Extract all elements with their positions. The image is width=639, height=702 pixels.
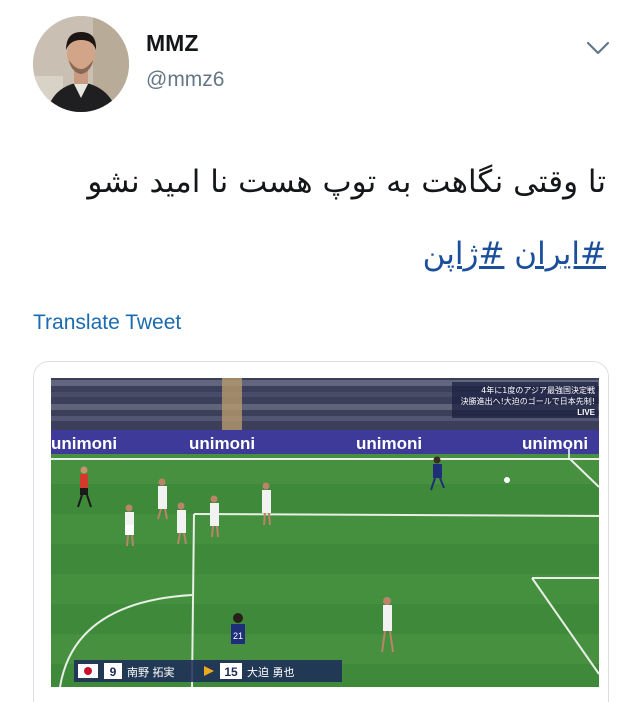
translate-tweet-link[interactable]: Translate Tweet (33, 311, 181, 335)
ad-board (51, 430, 599, 454)
media-card[interactable]: 4年に1度のアジア最強国決定戦 決勝進出へ!大迫のゴールで日本先制! LIVE … (33, 361, 609, 702)
ad-text-1: unimoni (51, 434, 117, 453)
author-handle[interactable]: @mmz6 (146, 68, 224, 92)
avatar-photo (33, 16, 129, 112)
ad-text-3: unimoni (356, 434, 422, 453)
hashtag-japan[interactable]: #ژاپن (423, 236, 505, 272)
hashtag-iran[interactable]: #ایران (514, 236, 606, 272)
shirt-number: 21 (233, 631, 243, 641)
player-caption-bar: 9 南野 拓実 15 大迫 勇也 (74, 660, 342, 682)
player1-name: 南野 拓実 (127, 665, 175, 679)
player2-number: 15 (224, 665, 238, 679)
graphic-line1: 4年に1度のアジア最強国決定戦 (481, 385, 595, 395)
ad-text-4: unimoni (522, 434, 588, 453)
ball (504, 477, 510, 483)
ad-text-2: unimoni (189, 434, 255, 453)
hashtag-list: #ایران #ژاپن (423, 236, 606, 272)
live-label: LIVE (577, 408, 595, 417)
player1-number: 9 (110, 665, 117, 679)
graphic-line2: 決勝進出へ!大迫のゴールで日本先制! (461, 396, 595, 406)
japan-flag-icon (84, 667, 92, 675)
avatar[interactable] (33, 16, 129, 112)
tweet-text: تا وقتی نگاهت به توپ هست نا امید نشو (87, 164, 606, 200)
chevron-down-icon[interactable] (585, 38, 611, 58)
author-name[interactable]: MMZ (146, 30, 198, 57)
player2-name: 大迫 勇也 (247, 665, 295, 679)
match-image: 4年に1度のアジア最強国決定戦 決勝進出へ!大迫のゴールで日本先制! LIVE … (34, 362, 608, 702)
broadcast-graphic: 4年に1度のアジア最強国決定戦 決勝進出へ!大迫のゴールで日本先制! LIVE (452, 382, 598, 418)
